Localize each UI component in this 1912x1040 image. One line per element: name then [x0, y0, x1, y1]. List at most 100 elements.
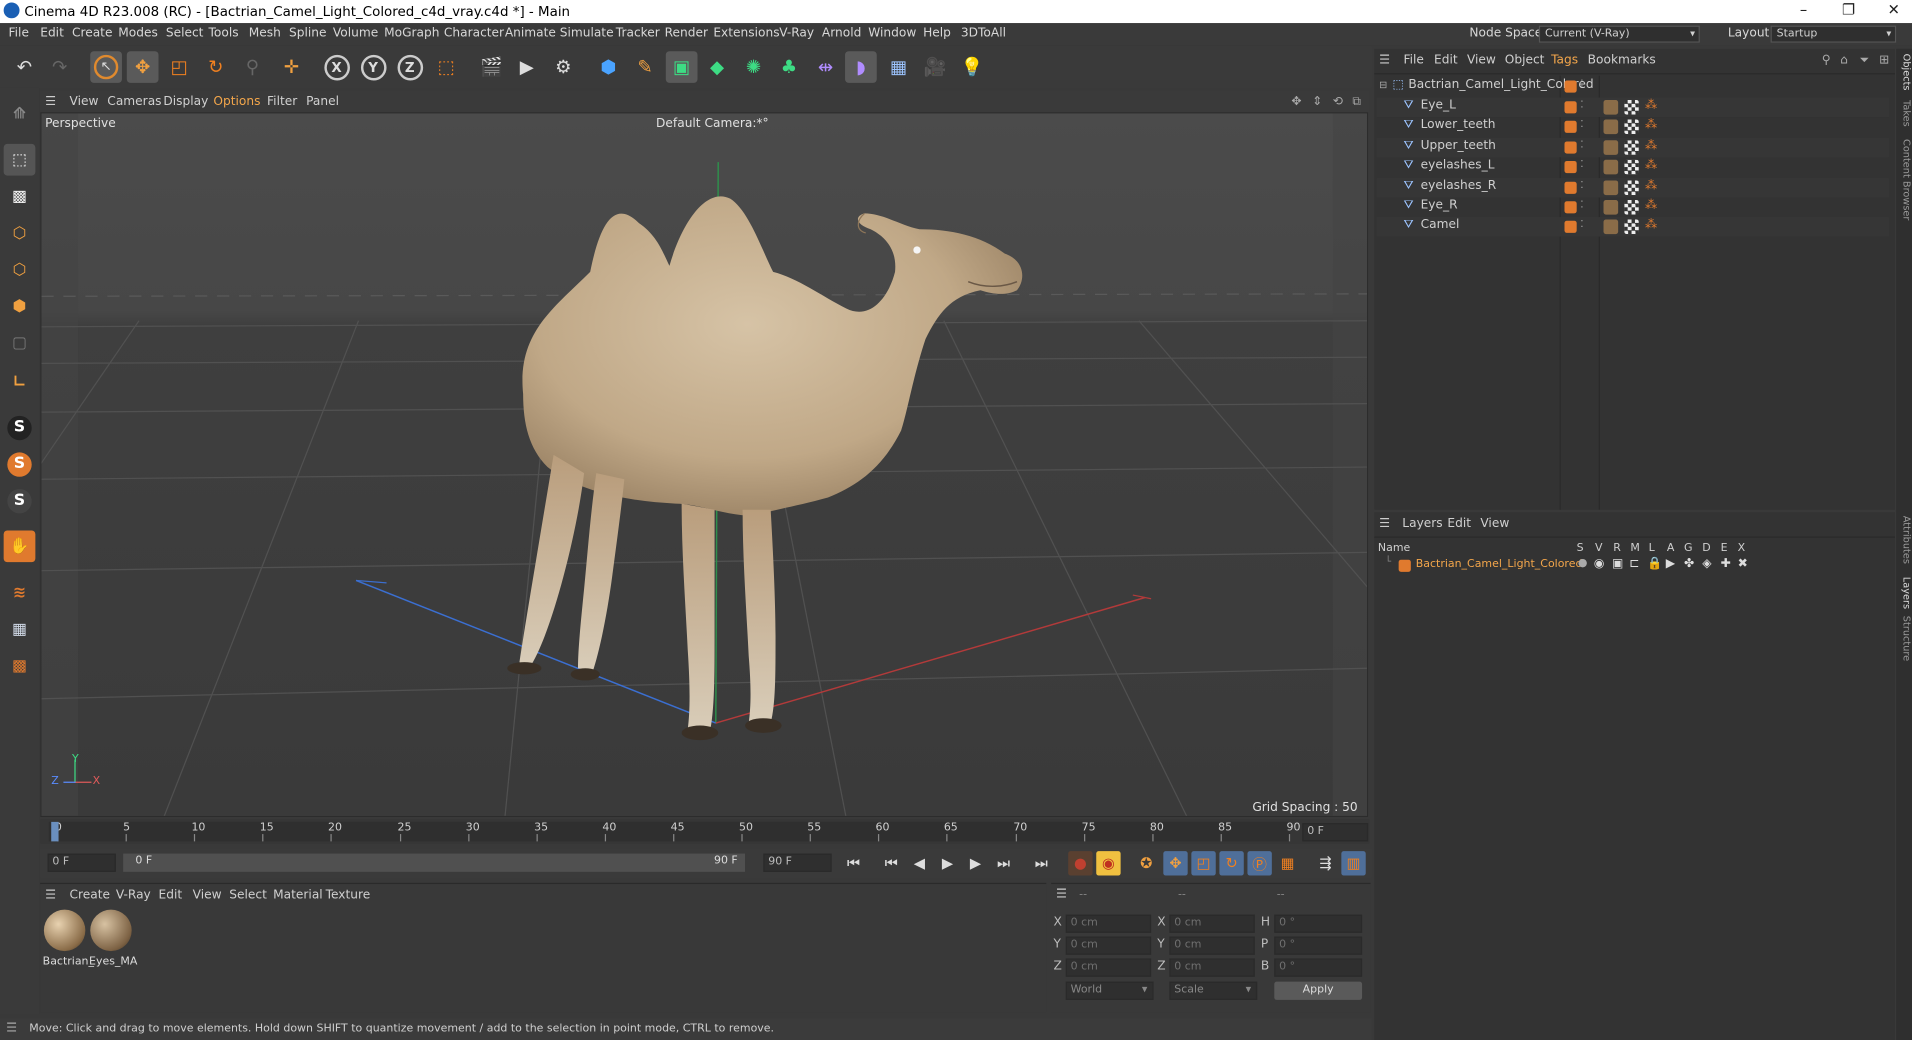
tab-content-browser[interactable]: Content Browser [1896, 139, 1912, 220]
viewport-maximize-icon[interactable]: ⧉ [1352, 95, 1361, 108]
material-menu-vray[interactable]: V-Ray [116, 889, 151, 902]
menu-mesh[interactable]: Mesh [249, 27, 281, 40]
viewport-move-icon[interactable]: ✥ [1291, 95, 1301, 108]
key-rotation-icon[interactable]: ↻ [1219, 851, 1244, 876]
vray-tag-icon[interactable]: ⁂ [1645, 179, 1657, 192]
visibility-dots-icon[interactable]: ⁚ [1580, 139, 1583, 150]
menu-tools[interactable]: Tools [209, 27, 239, 40]
object-row-root[interactable]: ⊟ ⬚ Bactrian_Camel_Light_Colored ⁚ [1377, 77, 1889, 97]
previous-key-icon[interactable]: ⏮ [879, 851, 903, 875]
layer-color-swatch[interactable] [1564, 160, 1577, 174]
menu-3dtoall[interactable]: 3DToAll [961, 27, 1006, 40]
layer-lock-icon[interactable]: 🔒 [1647, 557, 1662, 570]
redo-icon[interactable]: ↷ [44, 51, 76, 83]
coordinates-hamburger-icon[interactable]: ☰ [1056, 888, 1067, 901]
edges-mode-icon[interactable]: ⬡ [4, 254, 36, 286]
snap-icon[interactable]: S [4, 412, 36, 444]
visibility-dots-icon[interactable]: ⁚ [1580, 118, 1583, 129]
key-position-icon[interactable]: ✥ [1163, 851, 1188, 876]
extrude-icon[interactable]: ◆ [701, 51, 733, 83]
key-point-level-icon[interactable]: ▦ [1275, 851, 1299, 875]
material-menu-texture[interactable]: Texture [326, 889, 371, 902]
world-coordinates-icon[interactable]: ⬚ [430, 51, 462, 83]
move-tool-icon[interactable]: ✥ [126, 51, 159, 83]
menu-spline[interactable]: Spline [289, 27, 326, 40]
texture-tag-icon[interactable] [1603, 180, 1619, 196]
new-window-icon[interactable]: ⊞ [1879, 54, 1889, 67]
tab-attributes[interactable]: Attributes [1896, 516, 1912, 564]
layer-column-r[interactable]: R [1613, 543, 1621, 555]
visibility-dots-icon[interactable]: ⁚ [1580, 199, 1583, 210]
viewport-zoom-icon[interactable]: ⇕ [1312, 95, 1322, 108]
layer-color-swatch[interactable] [1564, 101, 1577, 114]
tab-takes[interactable]: Takes [1896, 100, 1912, 127]
menu-window[interactable]: Window [868, 27, 916, 40]
menu-character[interactable]: Character [444, 27, 504, 40]
model-mode-icon[interactable]: ⬚ [3, 143, 36, 176]
menu-animate[interactable]: Animate [505, 27, 556, 40]
layer-color-swatch[interactable] [1564, 201, 1577, 214]
snap-settings-icon[interactable]: S [4, 449, 36, 481]
menu-extensions[interactable]: Extensions [713, 27, 779, 40]
layer-hamburger-icon[interactable]: ☰ [1379, 517, 1390, 530]
layer-column-x[interactable]: X [1738, 543, 1746, 555]
filter-icon[interactable]: ⏷ [1860, 54, 1870, 67]
tab-structure[interactable]: Structure [1896, 616, 1912, 661]
play-icon[interactable]: ▶ [935, 851, 959, 875]
material-swatch[interactable]: Bactrian_ [43, 908, 94, 968]
subdivision-icon[interactable]: ▣ [665, 51, 698, 83]
locked-workplane-icon[interactable]: ▦ [4, 613, 36, 645]
scale-mode-select[interactable]: Scale ▾ [1169, 981, 1258, 1000]
timeline-ruler[interactable]: 051015202530354045505560657075808590 0 F [40, 819, 1370, 844]
render-picture-viewer-icon[interactable]: ▶ [511, 51, 543, 83]
vray-tag-icon[interactable]: ⁂ [1645, 218, 1657, 231]
uvw-tag-icon[interactable] [1624, 199, 1639, 215]
position-z-field[interactable]: 0 cm [1065, 958, 1152, 977]
scale-tool-icon[interactable]: ◰ [163, 51, 195, 83]
material-menu-material[interactable]: Material [273, 889, 323, 902]
restore-button[interactable]: ❐ [1836, 1, 1860, 18]
menu-edit[interactable]: Edit [40, 27, 64, 40]
menu-arnold[interactable]: Arnold [822, 27, 861, 40]
viewport-menu-view[interactable]: View [70, 95, 99, 108]
workplane-icon[interactable]: ≋ [4, 577, 36, 609]
motion-system-icon[interactable]: ▥ [1341, 851, 1366, 876]
layer-animation-icon[interactable]: ▶ [1666, 557, 1675, 570]
viewport-hamburger-icon[interactable]: ☰ [45, 95, 56, 108]
material-menu-select[interactable]: Select [229, 889, 267, 902]
layer-menu-edit[interactable]: Edit [1447, 517, 1471, 530]
floor-icon[interactable]: ▦ [883, 51, 915, 83]
lock-x-axis-icon[interactable]: X [321, 51, 353, 83]
menu-vray[interactable]: V-Ray [779, 27, 814, 40]
close-button[interactable]: ✕ [1882, 1, 1906, 18]
next-frame-icon[interactable]: ▶ [963, 851, 987, 875]
object-menu-edit[interactable]: Edit [1434, 54, 1458, 67]
layer-visible-icon[interactable]: ◉ [1594, 557, 1605, 570]
vray-tag-icon[interactable]: ⁂ [1645, 99, 1657, 112]
3d-viewport[interactable]: Perspective Default Camera:*° Grid Spaci… [40, 112, 1369, 817]
viewport-menu-filter[interactable]: Filter [267, 95, 297, 108]
pen-spline-icon[interactable]: ✎ [629, 51, 661, 83]
layout-select[interactable]: Startup ▾ [1770, 25, 1897, 43]
light-icon[interactable]: 💡 [956, 51, 988, 83]
viewport-menu-display[interactable]: Display [163, 95, 208, 108]
apply-button[interactable]: Apply [1274, 981, 1363, 1000]
menu-simulate[interactable]: Simulate [560, 27, 614, 40]
select-tool-icon[interactable]: ↖ [90, 51, 122, 83]
render-view-icon[interactable]: 🎬 [476, 51, 508, 83]
uvw-tag-icon[interactable] [1624, 159, 1639, 175]
object-menu-tags[interactable]: Tags [1551, 54, 1578, 67]
viewport-rotate-icon[interactable]: ⟲ [1333, 95, 1343, 108]
texture-tag-icon[interactable] [1603, 99, 1619, 115]
visibility-dots-icon[interactable]: ⁚ [1580, 179, 1583, 190]
object-hamburger-icon[interactable]: ☰ [1379, 54, 1390, 67]
object-row[interactable]: ⛛ Eye_R ⁚ ⁂ [1377, 198, 1889, 218]
tab-objects[interactable]: Objects [1896, 54, 1912, 91]
next-key-icon[interactable]: ⏭ [991, 851, 1015, 875]
layer-deformers-icon[interactable]: ◈ [1702, 557, 1711, 570]
points-mode-icon[interactable]: ⬡ [4, 217, 36, 249]
texture-tag-icon[interactable] [1603, 159, 1619, 175]
layer-menu-view[interactable]: View [1480, 517, 1509, 530]
lock-y-axis-icon[interactable]: Y [357, 51, 389, 83]
current-frame-field[interactable]: 0 F [1302, 823, 1369, 842]
